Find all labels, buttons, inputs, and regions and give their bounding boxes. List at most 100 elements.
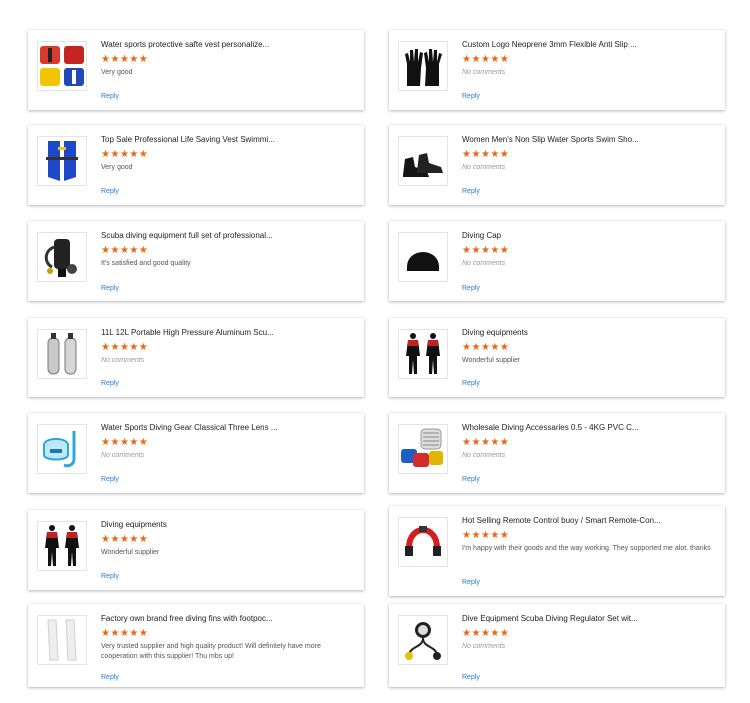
weights-image [401,428,443,467]
product-thumbnail[interactable] [398,615,448,665]
boots-image [403,153,443,177]
star-icon: ★ [129,628,139,639]
reply-link[interactable]: Reply [101,673,119,683]
reply-link[interactable]: Reply [101,92,119,102]
review-card: Women Men's Non Slip Water Sports Swim S… [389,125,725,205]
reply-link[interactable]: Reply [462,475,480,485]
star-icon: ★ [119,628,130,639]
star-icon: ★ [110,149,120,160]
star-rating: ★★★★★ [101,246,148,256]
product-title-link[interactable]: Dive Equipment Scuba Diving Regulator Se… [462,614,717,624]
star-icon: ★ [138,149,149,160]
review-card: Diving equipments ★★★★★ Wonderful supplier… [389,318,725,397]
review-comment: No comments [462,643,506,650]
reply-link[interactable]: Reply [101,187,119,197]
product-title-link[interactable]: Diving Cap [462,231,717,241]
buoy-image [405,526,441,556]
star-icon: ★ [499,54,510,65]
product-thumbnail[interactable] [398,329,448,379]
reply-link[interactable]: Reply [462,187,480,197]
product-thumbnail[interactable] [398,41,448,91]
wetsuits-image [45,525,79,566]
product-thumbnail[interactable] [37,232,87,282]
star-icon: ★ [480,342,491,353]
product-thumbnail[interactable] [398,136,448,186]
product-thumbnail[interactable] [398,232,448,282]
gloves-image [405,49,442,86]
star-icon: ★ [129,54,139,65]
star-icon: ★ [129,342,139,353]
star-icon: ★ [499,342,510,353]
mask-snorkel-image [43,431,76,468]
star-icon: ★ [110,437,120,448]
star-icon: ★ [110,54,120,65]
reply-link[interactable]: Reply [462,284,480,294]
star-icon: ★ [490,342,500,353]
product-thumbnail[interactable] [37,615,87,665]
reply-link[interactable]: Reply [101,572,119,582]
star-icon: ★ [471,437,481,448]
life-vests-image [40,46,84,86]
star-icon: ★ [110,245,120,256]
star-icon: ★ [129,149,139,160]
reply-link[interactable]: Reply [462,673,480,683]
star-rating: ★★★★★ [462,438,509,448]
product-thumbnail[interactable] [398,424,448,474]
review-card: Scuba diving equipment full set of profe… [28,221,364,301]
star-icon: ★ [129,437,139,448]
fins-image [47,619,77,661]
review-card: Factory own brand free diving fins with … [28,604,364,687]
star-icon: ★ [471,54,481,65]
star-icon: ★ [138,54,149,65]
product-thumbnail[interactable] [398,517,448,567]
product-title-link[interactable]: 11L 12L Portable High Pressure Aluminum … [101,328,356,338]
product-thumbnail[interactable] [37,424,87,474]
product-title-link[interactable]: Scuba diving equipment full set of profe… [101,231,356,241]
star-icon: ★ [138,534,149,545]
reply-link[interactable]: Reply [101,284,119,294]
review-card: Wholesale Diving Accessaries 0.5 - 4KG P… [389,413,725,493]
product-thumbnail[interactable] [37,521,87,571]
star-rating: ★★★★★ [101,535,148,545]
reply-link[interactable]: Reply [462,379,480,389]
review-card: Top Sale Professional Life Saving Vest S… [28,125,364,205]
star-icon: ★ [490,54,500,65]
reply-link[interactable]: Reply [462,92,480,102]
review-comment: No comments [462,164,506,171]
product-title-link[interactable]: Diving equipments [101,520,356,530]
product-title-link[interactable]: Water sports protective safte vest perso… [101,40,356,50]
product-title-link[interactable]: Water Sports Diving Gear Classical Three… [101,423,356,433]
star-icon: ★ [490,245,500,256]
reply-link[interactable]: Reply [462,578,480,588]
product-title-link[interactable]: Top Sale Professional Life Saving Vest S… [101,135,356,145]
star-icon: ★ [480,628,491,639]
star-icon: ★ [480,530,491,541]
regulator-image [405,622,441,660]
product-title-link[interactable]: Factory own brand free diving fins with … [101,614,356,624]
product-thumbnail[interactable] [37,41,87,91]
reply-link[interactable]: Reply [101,379,119,389]
star-icon: ★ [119,54,130,65]
star-icon: ★ [499,437,510,448]
star-rating: ★★★★★ [101,629,148,639]
product-title-link[interactable]: Hot Selling Remote Control buoy / Smart … [462,516,717,526]
review-comment: Wonderful supplier [101,549,160,556]
product-title-link[interactable]: Custom Logo Neoprene 3mm Flexible Anti S… [462,40,717,50]
product-title-link[interactable]: Diving equipments [462,328,717,338]
product-thumbnail[interactable] [37,136,87,186]
review-comment: No comments [462,452,506,459]
product-title-link[interactable]: Women Men's Non Slip Water Sports Swim S… [462,135,717,145]
reply-link[interactable]: Reply [101,475,119,485]
product-thumbnail[interactable] [37,329,87,379]
review-comment: Very trusted supplier and high quality p… [101,643,321,660]
star-icon: ★ [119,245,130,256]
star-rating: ★★★★★ [462,246,509,256]
star-rating: ★★★★★ [462,343,509,353]
star-icon: ★ [490,149,500,160]
review-comment: I'm happy with their goods and the way w… [462,545,711,552]
star-rating: ★★★★★ [101,438,148,448]
star-icon: ★ [471,342,481,353]
review-comment: No comments [462,69,506,76]
review-card: Water Sports Diving Gear Classical Three… [28,413,364,493]
product-title-link[interactable]: Wholesale Diving Accessaries 0.5 - 4KG P… [462,423,717,433]
